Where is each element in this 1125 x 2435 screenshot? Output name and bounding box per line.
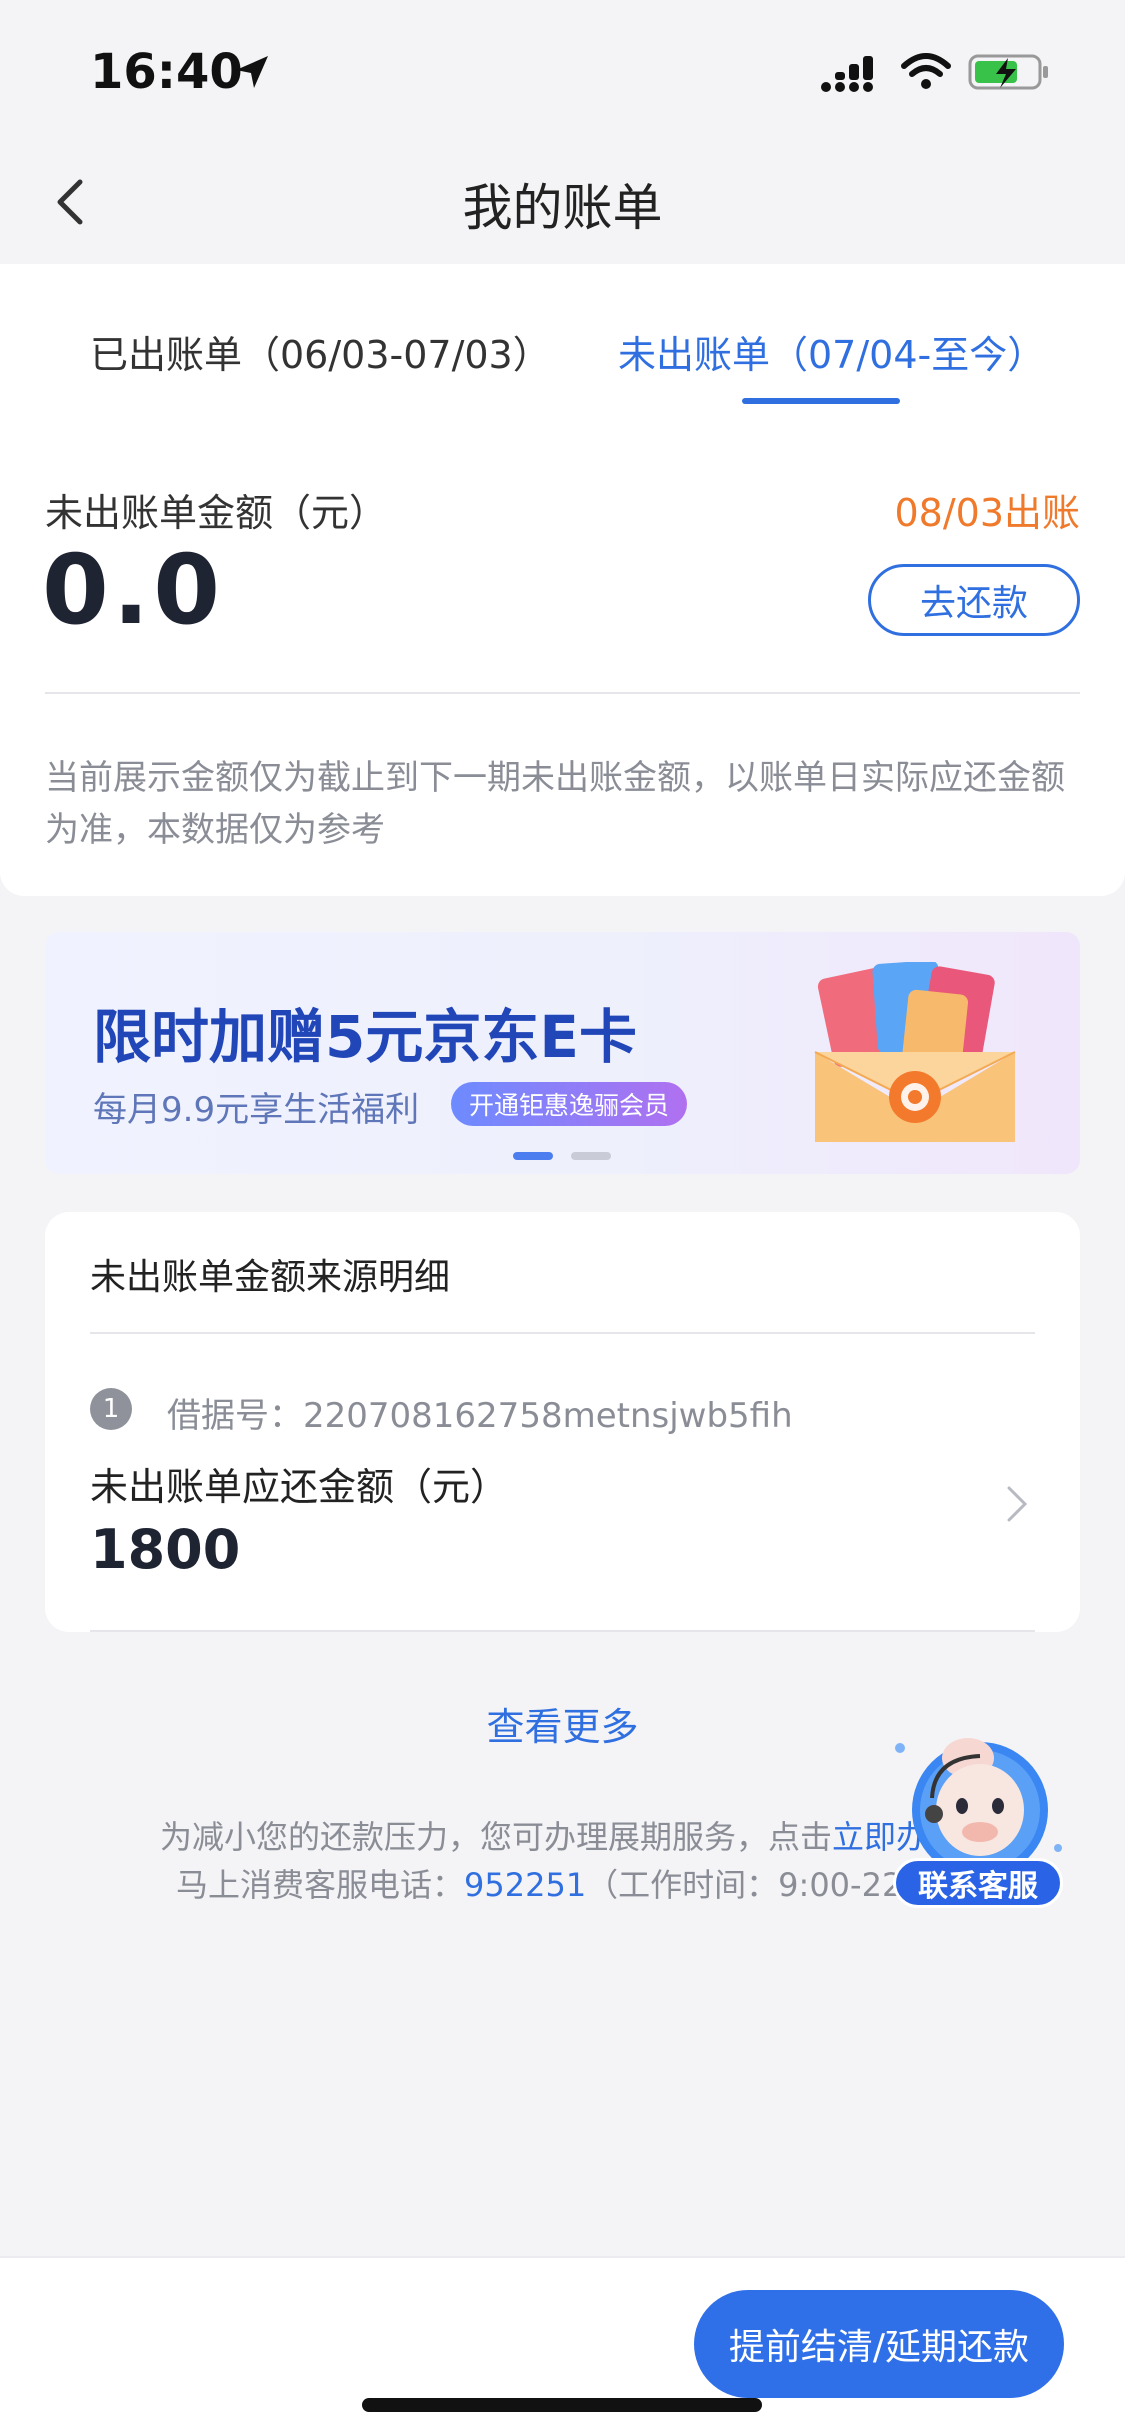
hotline-number[interactable]: 952251 [464, 1866, 586, 1904]
loan-number: 借据号：220708162758metnsjwb5fih [167, 1388, 793, 1437]
loan-number-label: 借据号： [167, 1396, 303, 1436]
tab-unbilled[interactable]: 未出账单（07/04-至今） [618, 324, 1045, 379]
gift-envelope-icon [814, 962, 1016, 1142]
extension-text: 为减小您的还款压力，您可办理展期服务，点击 [160, 1818, 833, 1856]
unbilled-detail-card: 未出账单金额来源明细 1 借据号：220708162758metnsjwb5fi… [45, 1212, 1080, 1632]
promo-banner[interactable]: 限时加赠5元京东E卡 每月9.9元享生活福利 开通钜惠逸骊会员 [45, 932, 1080, 1174]
banner-dot [571, 1152, 611, 1160]
cellular-signal-icon [821, 56, 873, 92]
loan-amount-label: 未出账单应还金额（元） [90, 1465, 509, 1509]
banner-membership-pill[interactable]: 开通钜惠逸骊会员 [451, 1082, 688, 1126]
unbilled-amount-value: 0.0 [42, 534, 225, 646]
divider [90, 1630, 1035, 1632]
mascot-icon [895, 1738, 1062, 1878]
amount-notice: 当前展示金额仅为截止到下一期未出账金额，以账单日实际应还金额为准，本数据仅为参考 [45, 758, 1065, 850]
loan-number-value: 220708162758metnsjwb5fih [303, 1396, 793, 1436]
banner-dot-active [513, 1152, 553, 1160]
wifi-icon [901, 53, 951, 89]
nav-bar: 我的账单 [0, 140, 1125, 264]
active-tab-indicator [742, 398, 900, 404]
hotline-info: 马上消费客服电话：952251（工作时间：9:00-22:0 [176, 1860, 933, 1906]
unbilled-amount-label: 未出账单金额（元） [45, 491, 388, 535]
customer-service-widget[interactable]: 联系客服 [888, 1728, 1068, 1914]
loan-amount-value: 1800 [90, 1518, 241, 1581]
repay-button[interactable]: 去还款 [868, 564, 1080, 636]
hotline-label: 马上消费客服电话： [176, 1866, 465, 1904]
bill-date: 08/03出账 [894, 491, 1080, 535]
chevron-right-icon[interactable] [1003, 1482, 1033, 1526]
bottom-action-bar: 提前结清/延期还款 [0, 2256, 1125, 2435]
detail-title: 未出账单金额来源明细 [90, 1257, 451, 1298]
contact-service-label[interactable]: 联系客服 [893, 1858, 1063, 1908]
banner-headline: 限时加赠5元京东E卡 [93, 1003, 637, 1071]
tab-billed[interactable]: 已出账单（06/03-07/03） [90, 324, 551, 379]
bill-summary-card: 已出账单（06/03-07/03） 未出账单（07/04-至今） 未出账单金额（… [0, 264, 1125, 896]
divider [90, 1332, 1035, 1334]
page-title: 我的账单 [462, 179, 663, 237]
home-indicator [362, 2398, 762, 2412]
prepay-extend-button[interactable]: 提前结清/延期还款 [694, 2290, 1064, 2398]
extension-notice: 为减小您的还款压力，您可办理展期服务，点击立即办 [160, 1812, 928, 1858]
banner-subline: 每月9.9元享生活福利 [93, 1090, 420, 1130]
status-time: 16:40 [90, 44, 243, 100]
working-hours: （工作时间：9:00-22:0 [586, 1866, 934, 1904]
loan-index-badge: 1 [90, 1388, 132, 1430]
battery-charging-icon [968, 54, 1048, 90]
divider [45, 692, 1080, 694]
status-bar: 16:40 [0, 0, 1125, 140]
location-arrow-icon [236, 56, 268, 88]
